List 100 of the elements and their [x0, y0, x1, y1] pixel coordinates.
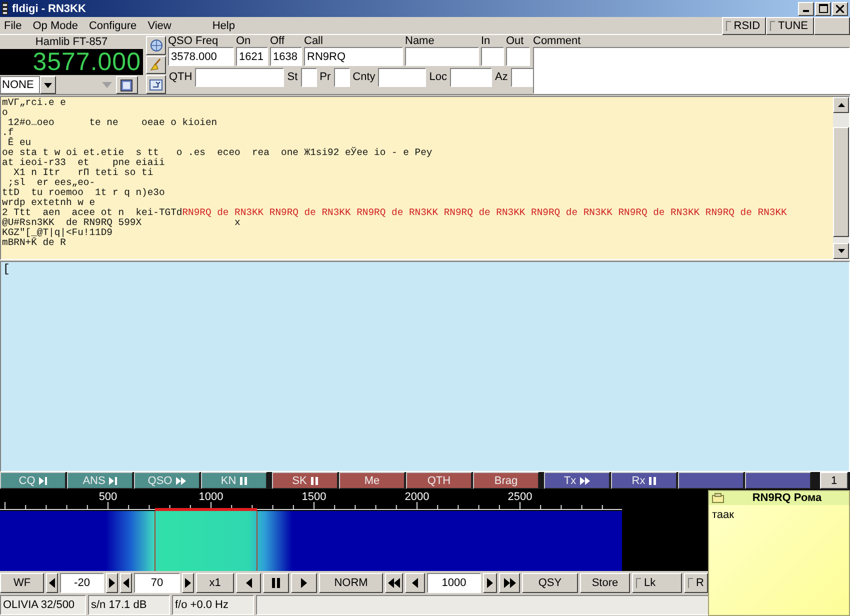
received-text-line: mBRN+K̄ de R [2, 238, 67, 248]
left-triangle-button[interactable] [236, 573, 261, 593]
log-field[interactable] [195, 68, 284, 87]
log-field[interactable] [506, 47, 530, 66]
macro-button[interactable]: Rx [611, 472, 677, 489]
mode-combo[interactable]: NONE [0, 76, 40, 94]
fast-forward-button[interactable] [499, 573, 520, 593]
broom-button[interactable] [146, 56, 166, 74]
menu-item[interactable]: Op Mode [28, 20, 85, 32]
checkbox-button[interactable]: Lk [632, 573, 682, 593]
menu-item[interactable]: View [144, 20, 178, 32]
status-field: f/o +0.0 Hz [172, 595, 254, 615]
control-button[interactable]: x1 [196, 573, 234, 593]
globe-button[interactable] [146, 36, 166, 55]
checkbox-button[interactable]: R [684, 573, 708, 593]
right-triangle-button[interactable] [106, 573, 118, 593]
macro-button[interactable]: QTH [406, 472, 472, 489]
control-button[interactable]: Store [580, 573, 630, 593]
blank-button[interactable] [814, 16, 850, 34]
received-text-line: 12#o…oeo te ne oeae o kioien [6, 118, 218, 128]
fast-forward-icon [504, 578, 516, 588]
save-button[interactable] [146, 75, 166, 94]
frequency-scale[interactable]: 500 1000 1500 2000 2500 [0, 489, 622, 511]
log-field[interactable] [378, 68, 426, 87]
received-text-line: @U#Rsn3KK de RN9RQ 599X x [2, 218, 242, 228]
maximize-button[interactable] [815, 2, 831, 16]
macro-button[interactable]: Brag [473, 472, 539, 489]
menu-item[interactable]: Help [208, 20, 242, 32]
control-button[interactable]: NORM [319, 573, 383, 593]
field-label: Pr [320, 72, 331, 83]
log-field[interactable] [300, 68, 317, 87]
macro-button[interactable] [678, 472, 744, 489]
value-field[interactable]: -20 [60, 573, 104, 593]
left-triangle-button[interactable] [405, 573, 425, 593]
received-text-line: o [2, 108, 8, 118]
comment-field[interactable] [533, 47, 850, 94]
received-text-line: Ē eu [6, 138, 32, 148]
received-text-line: at ieoi-r33 et pne eiaii [2, 158, 166, 168]
scale-label: 1500 [302, 491, 326, 503]
waterfall-drawing[interactable] [0, 511, 622, 571]
log-field[interactable] [334, 68, 350, 87]
rewind-button[interactable] [385, 573, 403, 593]
close-button[interactable] [832, 2, 848, 16]
log-field[interactable]: 1621 [236, 47, 268, 66]
toggle-button[interactable]: RSID [722, 16, 766, 34]
macro-button[interactable] [745, 472, 811, 489]
value-field[interactable]: 1000 [427, 573, 481, 593]
log-field[interactable] [450, 68, 492, 87]
toggle-button[interactable]: TUNE [766, 16, 814, 34]
right-triangle-button[interactable] [182, 573, 194, 593]
log-field[interactable]: 1638 [270, 47, 302, 66]
scroll-down-button[interactable] [833, 243, 849, 259]
left-triangle-button[interactable] [46, 573, 58, 593]
right-triangle-button[interactable] [483, 573, 497, 593]
log-field[interactable]: 3578.000 [168, 47, 234, 66]
field-label: Cnty [352, 72, 376, 83]
minimize-button[interactable] [798, 2, 814, 16]
log-field[interactable] [405, 47, 479, 66]
received-text-line: 2 Ttt aen acee ot n kei-TGTdRN9RQ de RN3KK RN9RQ de RN3KK RN9RQ de RN3KK RN9RQ de RN3KK RN9RQ de RN3KK RN9RQ de RN3KK RN9RQ de RN3KK [2, 208, 788, 218]
right-triangle-icon [301, 578, 307, 588]
received-text-line: KGZ"[_@T|q|<Fu!11D9 [2, 228, 114, 238]
macro-button[interactable]: Me [339, 472, 405, 489]
scale-label: 1000 [198, 491, 224, 503]
pause-icon [649, 476, 656, 484]
frequency-display: 3577.000 [0, 49, 143, 75]
left-triangle-button[interactable] [120, 573, 132, 593]
field-label: Name [405, 36, 436, 47]
control-button[interactable]: QSY [522, 573, 578, 593]
right-triangle-button[interactable] [291, 573, 317, 593]
skip-icon [39, 476, 48, 484]
received-text-line: mVΓ„rci.e e [2, 98, 67, 108]
log-field[interactable]: RN9RQ [304, 47, 403, 66]
globe-icon [150, 38, 162, 52]
vertical-scrollbar[interactable] [833, 97, 849, 259]
note-title: RN9RQ Рома [751, 492, 823, 504]
field-label: In [481, 36, 492, 47]
pause-button[interactable] [263, 573, 289, 593]
macro-button[interactable]: SK [272, 472, 338, 489]
scroll-up-button[interactable] [833, 97, 849, 113]
dropdown-button[interactable] [40, 76, 56, 94]
macro-button[interactable]: Tx [544, 472, 610, 489]
received-text-line: .f [2, 128, 15, 138]
rig-name: Hamlib FT-857 [34, 35, 109, 49]
field-label: Comment [533, 36, 582, 47]
book-button[interactable] [116, 76, 138, 94]
field-label: On [236, 36, 252, 47]
left-triangle-icon [412, 578, 418, 588]
control-button[interactable]: WF [0, 573, 44, 593]
field-label: QSO Freq [168, 36, 220, 47]
received-text-line: wrdp extetnh w e [2, 198, 96, 208]
menu-item[interactable]: Configure [84, 20, 144, 32]
received-text-line: oe sta t w oi et.etie s tt o .es eceo rea one Ж1si92 eЎee io - e Pey [2, 148, 434, 158]
field-label: Call [304, 36, 324, 47]
log-field[interactable] [481, 47, 504, 66]
note-icon[interactable] [712, 493, 724, 503]
log-field[interactable] [510, 68, 535, 87]
macro-page-button[interactable]: 1 [820, 472, 848, 489]
menu-item[interactable]: File [0, 20, 29, 32]
pause-icon [272, 578, 280, 588]
value-field[interactable]: 70 [134, 573, 180, 593]
